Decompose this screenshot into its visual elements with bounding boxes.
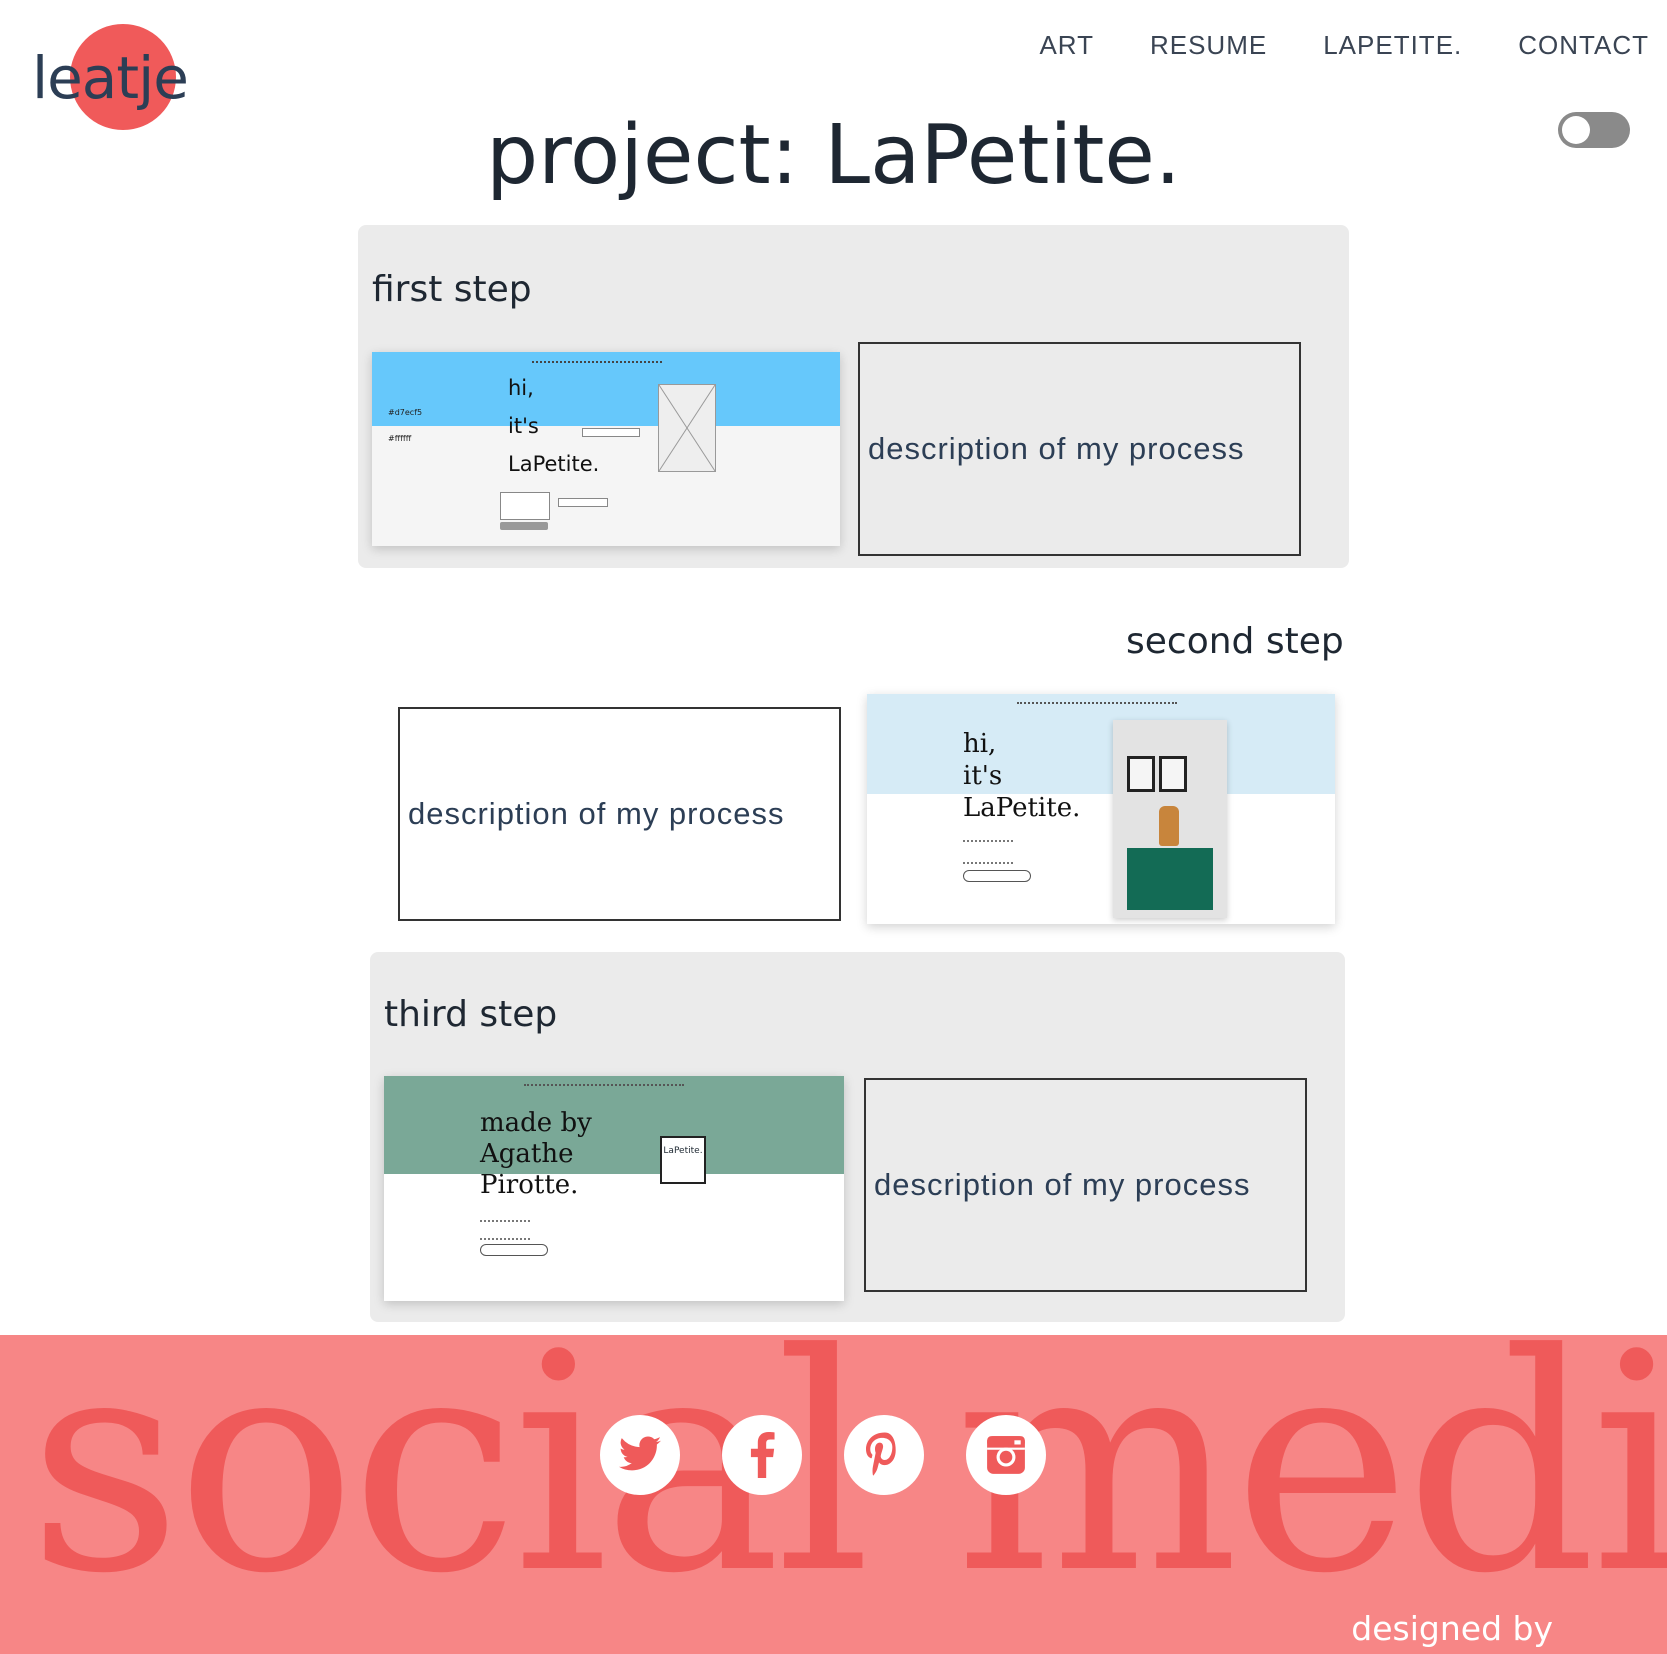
step-2-description: description of my process	[398, 707, 841, 921]
step-1-title: first step	[372, 269, 532, 310]
mockup-color-b: #ffffff	[388, 434, 412, 443]
footer-heading: social media	[28, 1335, 1667, 1639]
instagram-glyph	[987, 1436, 1025, 1474]
mockup-nav	[532, 361, 662, 366]
mockup-text-lines	[480, 1220, 530, 1240]
mockup-greeting-3: LaPetite.	[508, 452, 600, 476]
facebook-icon[interactable]	[722, 1415, 802, 1495]
step-2-screenshot: hi, it's LaPetite.	[867, 694, 1335, 924]
placeholder-cross-icon	[658, 384, 716, 472]
mockup-photo	[1113, 720, 1227, 918]
step-1-screenshot: hi, it's LaPetite. #d7ecf5 #ffffff	[372, 352, 840, 546]
mockup-body	[372, 426, 840, 546]
pinterest-icon[interactable]	[844, 1415, 924, 1495]
page-title: project: LaPetite.	[486, 108, 1181, 203]
mockup-color-a: #d7ecf5	[388, 408, 423, 417]
photo-vase	[1159, 806, 1179, 846]
mockup-greeting-2: it's	[508, 414, 539, 438]
mockup-annotation	[558, 498, 608, 507]
mockup-greeting-1: made by	[480, 1108, 592, 1138]
mockup-hero-band	[867, 694, 1335, 794]
photo-frame	[1159, 756, 1187, 792]
step-3-screenshot: made by Agathe Pirotte. LaPetite.	[384, 1076, 844, 1301]
mockup-button	[500, 522, 548, 530]
instagram-icon[interactable]	[966, 1415, 1046, 1495]
designed-by: designed by	[1351, 1609, 1553, 1648]
mockup-greeting: made by Agathe Pirotte.	[480, 1108, 592, 1201]
mockup-nav	[524, 1084, 684, 1086]
step-2-title: second step	[1126, 621, 1344, 662]
mockup-greeting-2: Agathe	[480, 1139, 574, 1169]
mockup-greeting: hi, it's LaPetite.	[963, 728, 1080, 824]
step-3-title: third step	[384, 994, 558, 1035]
twitter-icon[interactable]	[600, 1415, 680, 1495]
step-1-panel: first step hi, it's LaPetite. #d7ecf5 #f…	[358, 225, 1349, 568]
twitter-glyph	[618, 1436, 662, 1471]
mockup-annotation	[582, 428, 640, 437]
mockup-hero-band	[384, 1076, 844, 1174]
footer: social media designed by	[0, 1335, 1667, 1654]
mockup-greeting-2: it's	[963, 761, 1003, 791]
step-3-description: description of my process	[864, 1078, 1307, 1292]
mockup-button	[963, 870, 1031, 882]
mockup-greeting-3: Pirotte.	[480, 1170, 579, 1200]
nav-resume[interactable]: RESUME	[1150, 30, 1267, 61]
logo-text: leatje	[32, 44, 189, 112]
nav-contact[interactable]: CONTACT	[1518, 30, 1649, 61]
main-nav: ART RESUME LAPETITE. CONTACT	[1039, 30, 1649, 61]
mockup-list	[500, 492, 550, 520]
mockup-logo: LaPetite.	[660, 1136, 706, 1184]
mockup-greeting-1: hi,	[963, 729, 997, 759]
mockup-image-placeholder	[658, 384, 716, 472]
photo-dresser	[1127, 848, 1213, 910]
facebook-glyph	[750, 1432, 775, 1478]
mockup-greeting-3: LaPetite.	[963, 793, 1081, 823]
mockup-text-lines	[963, 840, 1013, 864]
mockup-greeting-1: hi,	[508, 376, 534, 400]
photo-frame	[1127, 756, 1155, 792]
step-1-description: description of my process	[858, 342, 1301, 556]
pinterest-glyph	[866, 1432, 896, 1476]
mockup-button	[480, 1244, 548, 1256]
step-3-panel: third step made by Agathe Pirotte. LaPet…	[370, 952, 1345, 1322]
nav-art[interactable]: ART	[1039, 30, 1094, 61]
mockup-nav	[1017, 702, 1177, 704]
nav-lapetite[interactable]: LAPETITE.	[1323, 30, 1462, 61]
